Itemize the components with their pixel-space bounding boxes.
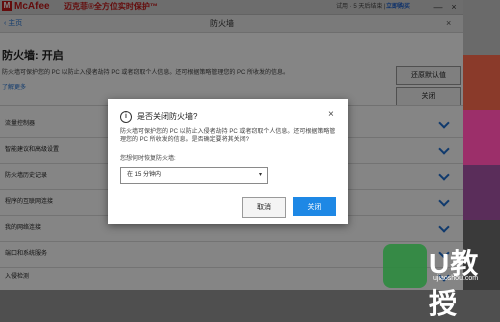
restore-time-value: 在 15 分钟内	[127, 172, 162, 178]
dialog-close-button[interactable]: ×	[328, 108, 334, 122]
turn-off-firewall-dialog: i 是否关闭防火墙? × 防火墙可保护您的 PC 以防止入侵者劫持 PC 或者窃…	[108, 99, 348, 224]
watermark-logo	[383, 244, 427, 288]
cancel-button[interactable]: 取消	[242, 197, 286, 218]
desktop-wallpaper-band	[463, 55, 500, 110]
dialog-title: 是否关闭防火墙?	[137, 112, 198, 121]
desktop-wallpaper-band	[463, 165, 500, 220]
dropdown-arrow-icon: ▾	[258, 172, 262, 178]
confirm-turn-off-button[interactable]: 关闭	[293, 197, 336, 216]
info-icon: i	[120, 111, 132, 123]
watermark-url: ujiaoshou.com	[433, 275, 479, 282]
desktop-wallpaper-band	[463, 0, 500, 55]
restore-time-label: 您想何时恢复防火墙:	[120, 156, 176, 162]
watermark-text: U教授	[429, 248, 480, 319]
dialog-description: 防火墙可保护您的 PC 以防止入侵者劫持 PC 或者窃取个人信息。还可根据策略管…	[120, 129, 336, 143]
desktop-wallpaper-band	[463, 110, 500, 165]
restore-time-select[interactable]: 在 15 分钟内 ▾	[120, 167, 268, 184]
